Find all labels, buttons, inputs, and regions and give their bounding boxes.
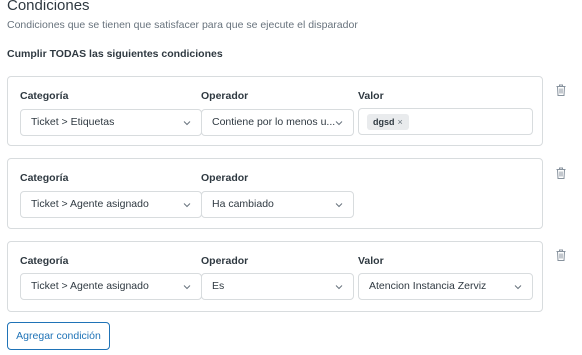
value-select[interactable]: Atencion Instancia Zerviz <box>358 273 533 300</box>
value-select-value: Atencion Instancia Zerviz <box>369 280 487 292</box>
chevron-down-icon <box>335 285 343 290</box>
operator-label: Operador <box>201 90 249 102</box>
operator-label: Operador <box>201 255 249 267</box>
page-subtitle: Condiciones que se tienen que satisfacer… <box>7 19 358 31</box>
category-select[interactable]: Ticket > Agente asignado <box>20 273 202 300</box>
category-label: Categoría <box>20 172 69 184</box>
value-label: Valor <box>358 90 384 102</box>
category-select[interactable]: Ticket > Etiquetas <box>20 109 202 136</box>
category-label: Categoría <box>20 90 69 102</box>
category-select-value: Ticket > Agente asignado <box>31 198 149 210</box>
category-select-value: Ticket > Etiquetas <box>31 116 115 128</box>
chevron-down-icon <box>183 203 191 208</box>
trash-icon[interactable] <box>556 84 566 96</box>
value-tag: dgsd × <box>367 114 409 130</box>
rule-label: Cumplir TODAS las siguientes condiciones <box>7 48 223 60</box>
page-title: Condiciones <box>7 0 90 14</box>
category-label: Categoría <box>20 255 69 267</box>
category-select[interactable]: Ticket > Agente asignado <box>20 191 202 218</box>
add-condition-button[interactable]: Agregar condición <box>7 322 110 350</box>
chevron-down-icon <box>183 121 191 126</box>
category-select-value: Ticket > Agente asignado <box>31 280 149 292</box>
operator-select[interactable]: Es <box>201 273 354 300</box>
operator-select[interactable]: Contiene por lo menos u... <box>201 109 354 136</box>
value-tag-input[interactable]: dgsd × <box>358 108 533 135</box>
value-tag-label: dgsd <box>373 117 395 127</box>
chevron-down-icon <box>183 285 191 290</box>
operator-select-value: Ha cambiado <box>212 198 274 210</box>
value-label: Valor <box>358 255 384 267</box>
chevron-down-icon <box>335 121 343 126</box>
condition-card-1: Categoría Ticket > Etiquetas Operador Co… <box>7 76 543 146</box>
trash-icon[interactable] <box>556 167 566 179</box>
operator-select-value: Contiene por lo menos u... <box>212 116 336 128</box>
operator-label: Operador <box>201 172 249 184</box>
chevron-down-icon <box>335 203 343 208</box>
tag-remove-icon[interactable]: × <box>398 117 403 127</box>
operator-select[interactable]: Ha cambiado <box>201 191 354 218</box>
condition-card-2: Categoría Ticket > Agente asignado Opera… <box>7 158 543 229</box>
trash-icon[interactable] <box>556 249 566 261</box>
operator-select-value: Es <box>212 280 225 292</box>
chevron-down-icon <box>514 285 522 290</box>
condition-card-3: Categoría Ticket > Agente asignado Opera… <box>7 241 543 312</box>
